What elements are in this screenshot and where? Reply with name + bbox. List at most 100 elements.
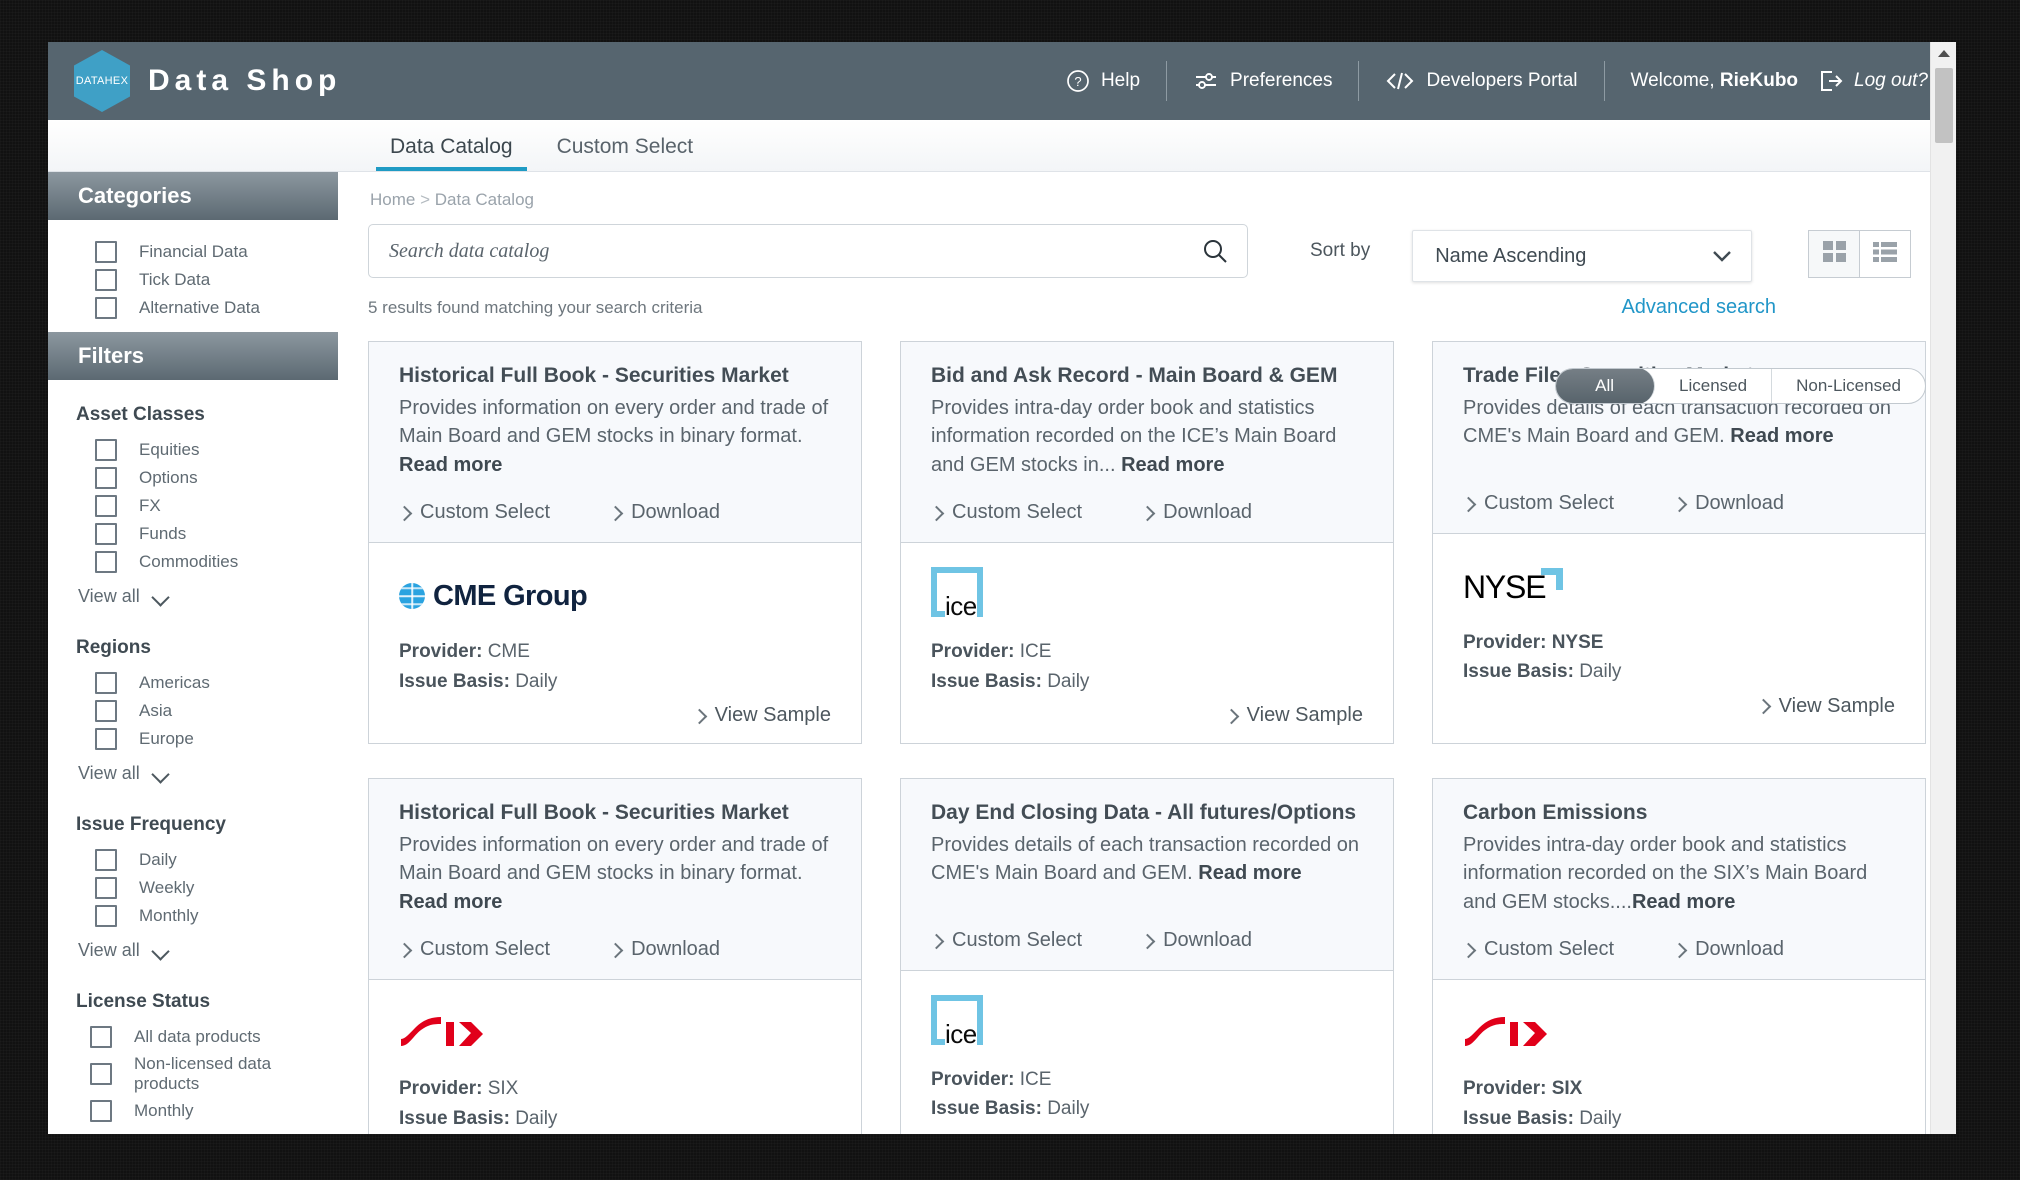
checkbox-icon[interactable]: [95, 905, 117, 927]
checkbox-icon[interactable]: [95, 849, 117, 871]
filter-fx[interactable]: FX: [48, 492, 338, 520]
list-view-button[interactable]: [1860, 231, 1910, 277]
checkbox-icon[interactable]: [95, 467, 117, 489]
filter-non-licensed-data-products[interactable]: Non-licensed data products: [48, 1051, 338, 1097]
ice-bracket-foot: [931, 611, 945, 617]
provider-value: ICE: [1020, 1069, 1052, 1090]
action-label: Download: [1695, 938, 1784, 961]
view-sample-action[interactable]: View Sample: [1226, 1124, 1363, 1134]
filter-europe[interactable]: Europe: [48, 725, 338, 753]
issue-basis-key: Issue Basis:: [931, 671, 1042, 692]
chevron-right-icon: [1758, 701, 1768, 711]
download-action[interactable]: Download: [610, 501, 720, 524]
view-sample-action[interactable]: View Sample: [694, 696, 831, 727]
read-more-link[interactable]: Read more: [399, 891, 502, 913]
view-sample-action[interactable]: View Sample: [1758, 1133, 1895, 1134]
filter-asia[interactable]: Asia: [48, 697, 338, 725]
product-card[interactable]: Bid and Ask Record - Main Board & GEM Pr…: [900, 341, 1394, 744]
filter-equities[interactable]: Equities: [48, 436, 338, 464]
download-action[interactable]: Download: [1142, 929, 1252, 952]
developers-portal-link[interactable]: Developers Portal: [1359, 59, 1603, 103]
custom-select-action[interactable]: Custom Select: [1463, 938, 1614, 961]
scroll-up-button[interactable]: [1931, 42, 1956, 64]
checkbox-icon[interactable]: [95, 551, 117, 573]
card-description: Provides information on every order and …: [399, 831, 831, 916]
breadcrumb-home[interactable]: Home: [370, 190, 415, 209]
checkbox-icon[interactable]: [95, 672, 117, 694]
checkbox-icon[interactable]: [95, 495, 117, 517]
checkbox-icon[interactable]: [95, 269, 117, 291]
filter-label: Options: [139, 468, 198, 488]
custom-select-action[interactable]: Custom Select: [399, 938, 550, 961]
filter-americas[interactable]: Americas: [48, 669, 338, 697]
filter-monthly[interactable]: Monthly: [48, 902, 338, 930]
category-tick-data[interactable]: Tick Data: [48, 266, 338, 294]
checkbox-icon[interactable]: [95, 523, 117, 545]
help-link[interactable]: ? Help: [1040, 59, 1166, 103]
provider-row: Provider: ICE: [931, 1065, 1363, 1094]
segment-non-licensed[interactable]: Non-Licensed: [1772, 369, 1925, 403]
preferences-link[interactable]: Preferences: [1167, 59, 1358, 103]
view-sample-action[interactable]: View Sample: [694, 1133, 831, 1134]
segment-licensed[interactable]: Licensed: [1655, 369, 1772, 403]
read-more-link[interactable]: Read more: [1198, 862, 1301, 884]
checkbox-icon[interactable]: [90, 1026, 112, 1048]
category-alternative-data[interactable]: Alternative Data: [48, 294, 338, 322]
search-input[interactable]: Search data catalog: [368, 224, 1248, 278]
checkbox-icon[interactable]: [95, 700, 117, 722]
product-card[interactable]: Day End Closing Data - All futures/Optio…: [900, 778, 1394, 1134]
product-card[interactable]: Historical Full Book - Securities Market…: [368, 778, 862, 1134]
view-sample-action[interactable]: View Sample: [1226, 696, 1363, 727]
product-card[interactable]: Carbon Emissions Provides intra-day orde…: [1432, 778, 1926, 1134]
grid-view-button[interactable]: [1809, 231, 1859, 277]
sort-select[interactable]: Name Ascending: [1412, 230, 1752, 282]
checkbox-icon[interactable]: [95, 439, 117, 461]
download-action[interactable]: Download: [1674, 492, 1784, 515]
scrollbar-thumb[interactable]: [1935, 68, 1953, 143]
tab-custom-select[interactable]: Custom Select: [535, 135, 716, 171]
tab-data-catalog[interactable]: Data Catalog: [368, 135, 535, 171]
checkbox-icon[interactable]: [90, 1063, 112, 1085]
provider-value: SIX: [488, 1078, 519, 1099]
checkbox-icon[interactable]: [95, 877, 117, 899]
action-label: Download: [1163, 501, 1252, 524]
filter-commodities[interactable]: Commodities: [48, 548, 338, 576]
custom-select-action[interactable]: Custom Select: [399, 501, 550, 524]
checkbox-icon[interactable]: [95, 297, 117, 319]
view-all-asset-classes[interactable]: View all: [48, 576, 338, 611]
product-card[interactable]: Historical Full Book - Securities Market…: [368, 341, 862, 744]
checkbox-icon[interactable]: [95, 728, 117, 750]
group-title: Asset Classes: [48, 390, 338, 436]
segment-all[interactable]: All: [1555, 368, 1655, 404]
filter-all-data-products[interactable]: All data products: [48, 1023, 338, 1051]
checkbox-icon[interactable]: [90, 1100, 112, 1122]
view-sample-action[interactable]: View Sample: [1758, 687, 1895, 718]
brand-logo[interactable]: DATAHEX Data Shop: [74, 50, 341, 112]
download-action[interactable]: Download: [1142, 501, 1252, 524]
search-icon[interactable]: [1201, 237, 1229, 265]
custom-select-action[interactable]: Custom Select: [1463, 492, 1614, 515]
view-all-issue-frequency[interactable]: View all: [48, 930, 338, 965]
custom-select-action[interactable]: Custom Select: [931, 929, 1082, 952]
logout-icon[interactable]: [1818, 69, 1844, 93]
custom-select-action[interactable]: Custom Select: [931, 501, 1082, 524]
read-more-link[interactable]: Read more: [1632, 891, 1735, 913]
read-more-link[interactable]: Read more: [1730, 425, 1833, 447]
filter-options[interactable]: Options: [48, 464, 338, 492]
read-more-link[interactable]: Read more: [399, 454, 502, 476]
view-all-regions[interactable]: View all: [48, 753, 338, 788]
page-scrollbar[interactable]: [1930, 42, 1956, 1134]
filter-weekly[interactable]: Weekly: [48, 874, 338, 902]
category-financial-data[interactable]: Financial Data: [48, 238, 338, 266]
read-more-link[interactable]: Read more: [1121, 454, 1224, 476]
view-sample-label: View Sample: [1779, 695, 1895, 718]
checkbox-icon[interactable]: [95, 241, 117, 263]
filter-license-monthly[interactable]: Monthly: [48, 1097, 338, 1125]
filter-funds[interactable]: Funds: [48, 520, 338, 548]
download-action[interactable]: Download: [610, 938, 720, 961]
filter-daily[interactable]: Daily: [48, 846, 338, 874]
logout-link[interactable]: Log out?: [1844, 70, 1928, 92]
breadcrumb-current: Data Catalog: [435, 190, 534, 209]
advanced-search-link[interactable]: Advanced search: [1621, 296, 1776, 319]
download-action[interactable]: Download: [1674, 938, 1784, 961]
